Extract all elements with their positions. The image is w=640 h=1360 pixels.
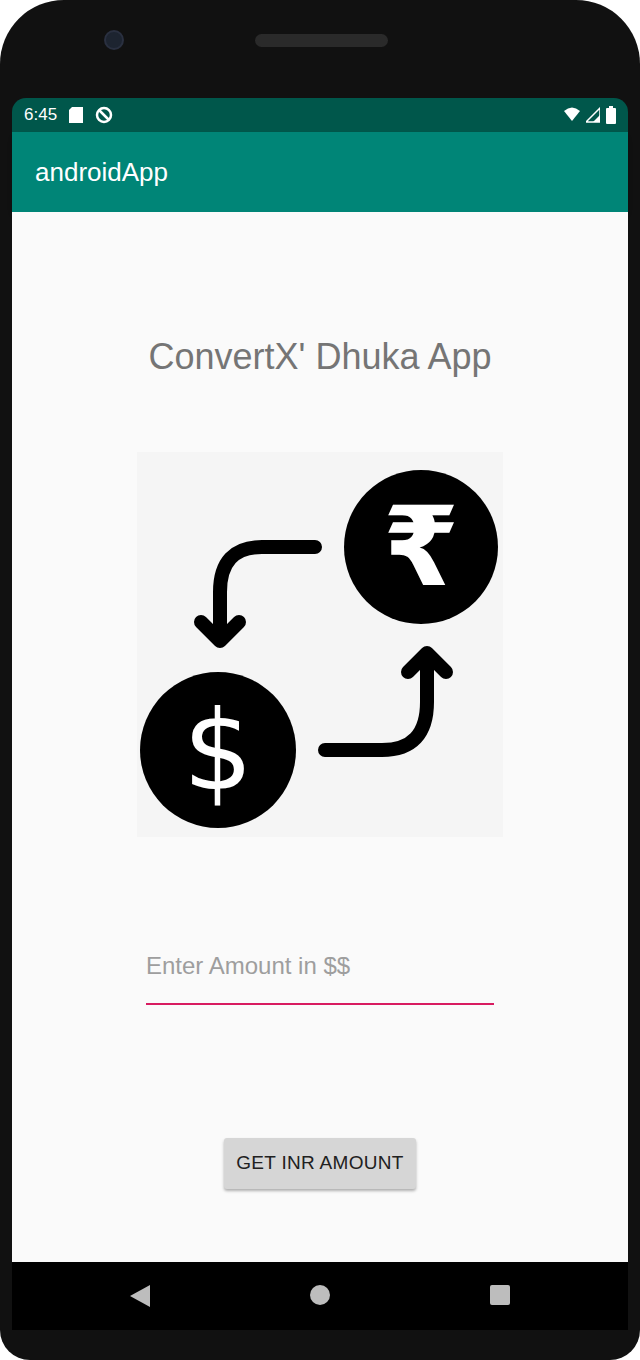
phone-frame: 6:45androidAppConvertX' Dhuka App₹$GET I… [0,0,640,1360]
app-bar: androidApp [12,132,628,212]
arrow-icon [325,653,446,750]
signal-icon [586,107,600,123]
get-inr-amount-button[interactable]: GET INR AMOUNT [224,1138,415,1189]
input-underline [146,1003,494,1005]
camera-icon [104,30,124,50]
app-title: androidApp [35,153,168,192]
back-icon[interactable] [130,1285,150,1307]
svg-text:₹: ₹ [383,483,460,611]
currency-exchange-illustration: ₹$ [137,452,503,837]
svg-text:$: $ [183,687,253,815]
page: 6:45androidAppConvertX' Dhuka App₹$GET I… [0,0,640,1360]
speaker-icon [255,34,388,47]
status-time: 6:45 [24,102,57,128]
amount-input[interactable] [146,951,494,1003]
rupee-icon [344,470,498,624]
data-saver-icon [95,106,113,124]
arrow-icon [201,547,315,641]
phone-top-bezel [12,0,628,98]
dollar-icon [140,672,296,828]
recents-icon[interactable] [490,1285,510,1305]
status-bar: 6:45 [12,98,628,132]
heading: ConvertX' Dhuka App [148,334,491,380]
status-icons [564,106,616,124]
navigation-bar [12,1262,628,1330]
content: ConvertX' Dhuka App₹$GET INR AMOUNT [12,212,628,1262]
home-icon[interactable] [310,1285,330,1305]
battery-icon [606,106,616,124]
amount-field[interactable] [146,951,494,1005]
sd-card-icon [69,107,83,123]
wifi-icon [564,107,580,123]
